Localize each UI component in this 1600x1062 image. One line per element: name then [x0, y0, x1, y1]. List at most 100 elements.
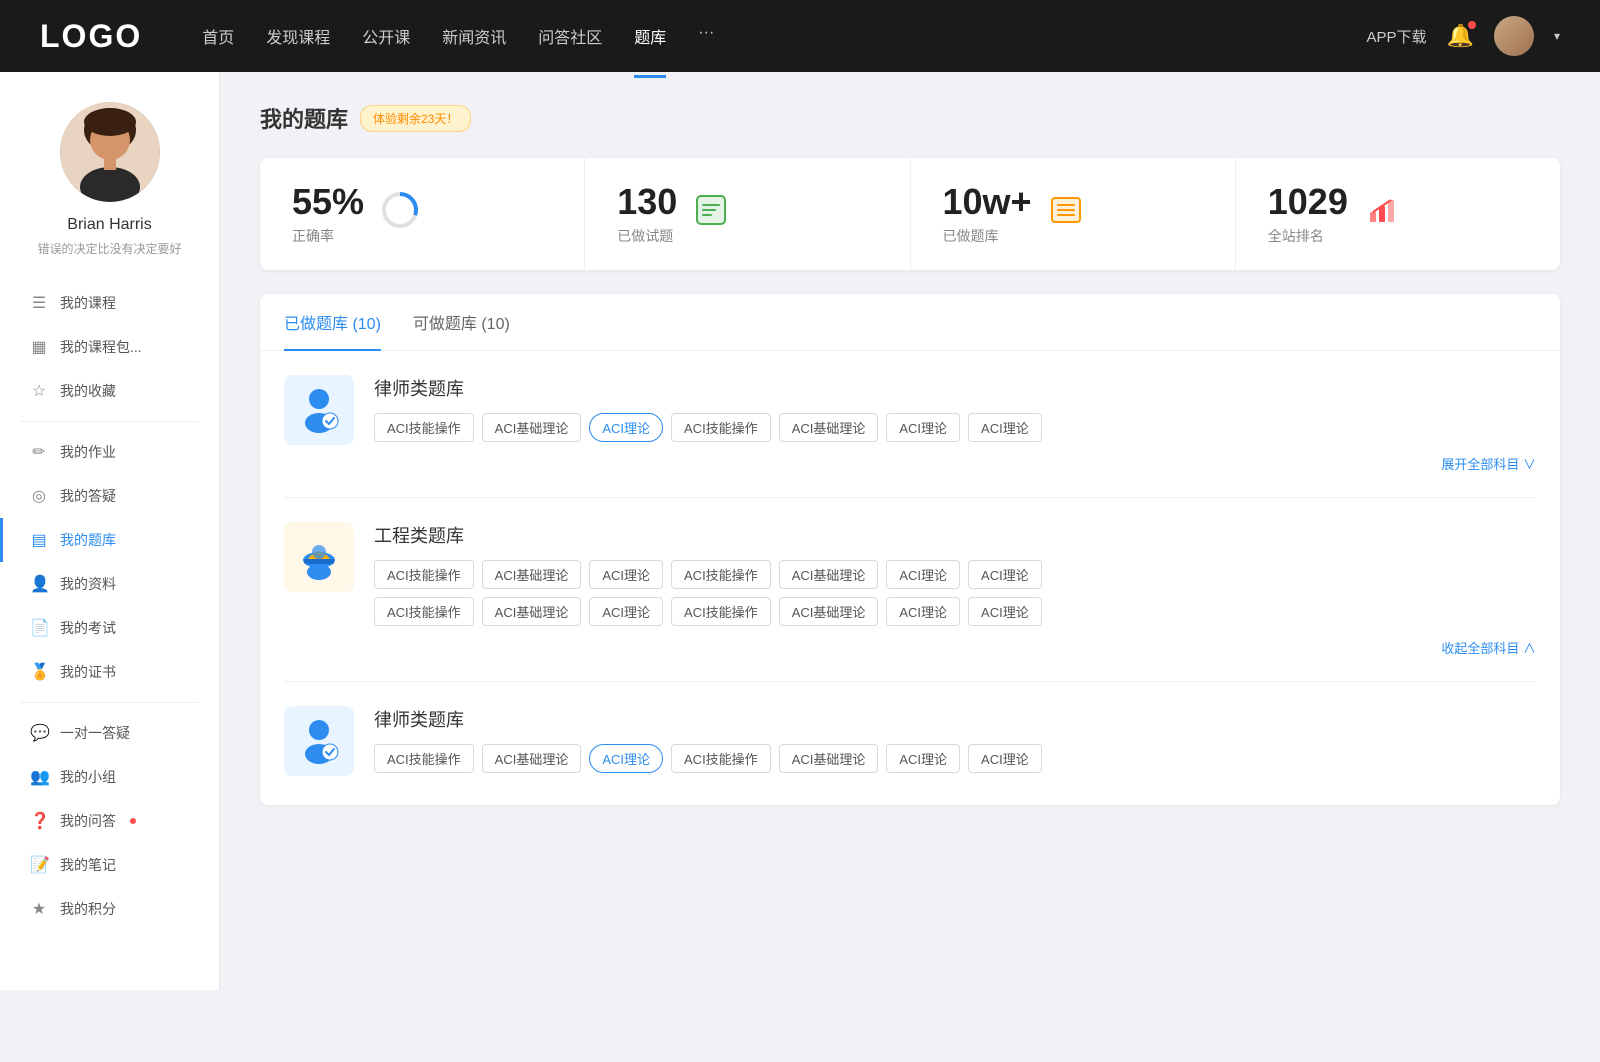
my-qa-icon: ❓ — [30, 811, 48, 831]
sidebar-item-label: 我的笔记 — [60, 855, 116, 875]
tag-2-11[interactable]: ACI技能操作 — [671, 597, 771, 626]
tab-done[interactable]: 已做题库 (10) — [284, 294, 381, 350]
sidebar-item-label: 我的题库 — [60, 530, 116, 550]
stat-ranking-value: 1029 — [1268, 182, 1348, 222]
sidebar-item-points[interactable]: ★ 我的积分 — [0, 887, 219, 931]
tag-2-4[interactable]: ACI技能操作 — [671, 560, 771, 589]
tag-1-2[interactable]: ACI基础理论 — [482, 413, 582, 442]
page-wrapper: Brian Harris 错误的决定比没有决定要好 ☰ 我的课程 ▦ 我的课程包… — [0, 72, 1600, 990]
stat-accuracy-value: 55% — [292, 182, 364, 222]
tag-2-14[interactable]: ACI理论 — [968, 597, 1042, 626]
qbank-icon-wrap-2 — [284, 522, 354, 592]
sidebar-item-exams[interactable]: 📄 我的考试 — [0, 606, 219, 650]
app-download-button[interactable]: APP下载 — [1367, 26, 1427, 47]
qbank-info-3: 律师类题库 ACI技能操作 ACI基础理论 ACI理论 ACI技能操作 ACI基… — [374, 706, 1536, 781]
sidebar-item-certificates[interactable]: 🏅 我的证书 — [0, 650, 219, 694]
qbank-expand-1[interactable]: 展开全部科目 ∨ — [374, 450, 1536, 473]
sidebar-item-label: 我的证书 — [60, 662, 116, 682]
qbank-tags-2-row1: ACI技能操作 ACI基础理论 ACI理论 ACI技能操作 ACI基础理论 AC… — [374, 560, 1536, 589]
navbar: LOGO 首页 发现课程 公开课 新闻资讯 问答社区 题库 ··· APP下载 … — [0, 0, 1600, 72]
notification-bell[interactable]: 🔔 — [1447, 23, 1474, 49]
stat-ranking: 1029 全站排名 — [1236, 158, 1560, 270]
tag-1-7[interactable]: ACI理论 — [968, 413, 1042, 442]
avatar-image — [1494, 16, 1534, 56]
avatar[interactable] — [1494, 16, 1534, 56]
sidebar-item-label: 我的收藏 — [60, 381, 116, 401]
tag-2-12[interactable]: ACI基础理论 — [779, 597, 879, 626]
tag-3-1[interactable]: ACI技能操作 — [374, 744, 474, 773]
tag-2-3[interactable]: ACI理论 — [589, 560, 663, 589]
done-banks-icon — [1048, 192, 1084, 235]
nav-home[interactable]: 首页 — [202, 20, 234, 52]
tag-2-7[interactable]: ACI理论 — [968, 560, 1042, 589]
nav-question-bank[interactable]: 题库 — [634, 20, 666, 52]
nav-more[interactable]: ··· — [698, 20, 714, 52]
courses-icon: ☰ — [30, 293, 48, 313]
sidebar-item-my-courses[interactable]: ☰ 我的课程 — [0, 281, 219, 325]
packages-icon: ▦ — [30, 337, 48, 357]
tag-2-2[interactable]: ACI基础理论 — [482, 560, 582, 589]
tag-3-2[interactable]: ACI基础理论 — [482, 744, 582, 773]
sidebar-item-label: 我的课程 — [60, 293, 116, 313]
sidebar-item-label: 一对一答疑 — [60, 723, 130, 743]
tag-2-10[interactable]: ACI理论 — [589, 597, 663, 626]
sidebar-item-groups[interactable]: 👥 我的小组 — [0, 755, 219, 799]
page-header: 我的题库 体验剩余23天！ — [260, 102, 1560, 134]
tag-1-6[interactable]: ACI理论 — [886, 413, 960, 442]
tag-2-8[interactable]: ACI技能操作 — [374, 597, 474, 626]
sidebar-avatar-image — [60, 102, 160, 202]
nav-qa[interactable]: 问答社区 — [538, 20, 602, 52]
qbank-title-2: 工程类题库 — [374, 522, 1536, 548]
sidebar-item-label: 我的小组 — [60, 767, 116, 787]
tag-2-6[interactable]: ACI理论 — [886, 560, 960, 589]
tag-3-3[interactable]: ACI理论 — [589, 744, 663, 773]
sidebar: Brian Harris 错误的决定比没有决定要好 ☰ 我的课程 ▦ 我的课程包… — [0, 72, 220, 990]
sidebar-item-questions[interactable]: ◎ 我的答疑 — [0, 474, 219, 518]
tag-1-3[interactable]: ACI理论 — [589, 413, 663, 442]
question-bank-card: 已做题库 (10) 可做题库 (10) — [260, 294, 1560, 805]
questions-icon: ◎ — [30, 486, 48, 506]
sidebar-item-one-on-one[interactable]: 💬 一对一答疑 — [0, 711, 219, 755]
tab-available[interactable]: 可做题库 (10) — [413, 294, 510, 350]
avatar-dropdown-icon[interactable]: ▾ — [1554, 29, 1560, 43]
tag-1-5[interactable]: ACI基础理论 — [779, 413, 879, 442]
nav-news[interactable]: 新闻资讯 — [442, 20, 506, 52]
sidebar-item-course-packages[interactable]: ▦ 我的课程包... — [0, 325, 219, 369]
logo: LOGO — [40, 18, 142, 55]
qbank-title-1: 律师类题库 — [374, 375, 1536, 401]
sidebar-item-homework[interactable]: ✏ 我的作业 — [0, 430, 219, 474]
lawyer-icon-2 — [294, 716, 344, 766]
tag-3-6[interactable]: ACI理论 — [886, 744, 960, 773]
stat-ranking-label: 全站排名 — [1268, 226, 1348, 246]
tag-1-4[interactable]: ACI技能操作 — [671, 413, 771, 442]
tag-3-7[interactable]: ACI理论 — [968, 744, 1042, 773]
sidebar-item-question-bank[interactable]: ▤ 我的题库 — [0, 518, 219, 562]
divider-1 — [20, 421, 199, 422]
tag-2-13[interactable]: ACI理论 — [886, 597, 960, 626]
tag-2-9[interactable]: ACI基础理论 — [482, 597, 582, 626]
sidebar-item-favorites[interactable]: ☆ 我的收藏 — [0, 369, 219, 413]
qbank-item-lawyer-1: 律师类题库 ACI技能操作 ACI基础理论 ACI理论 ACI技能操作 ACI基… — [284, 351, 1536, 498]
sidebar-item-my-qa[interactable]: ❓ 我的问答 — [0, 799, 219, 843]
stat-done-questions: 130 已做试题 — [585, 158, 910, 270]
stat-done-questions-value: 130 — [617, 182, 677, 222]
nav-discover[interactable]: 发现课程 — [266, 20, 330, 52]
nav-open[interactable]: 公开课 — [362, 20, 410, 52]
qbank-collapse-2[interactable]: 收起全部科目 ∧ — [374, 634, 1536, 657]
qbank-tags-2-row2: ACI技能操作 ACI基础理论 ACI理论 ACI技能操作 ACI基础理论 AC… — [374, 597, 1536, 626]
sidebar-item-profile[interactable]: 👤 我的资料 — [0, 562, 219, 606]
one-on-one-icon: 💬 — [30, 723, 48, 743]
tag-3-4[interactable]: ACI技能操作 — [671, 744, 771, 773]
sidebar-user-name: Brian Harris — [67, 216, 151, 234]
sidebar-item-notes[interactable]: 📝 我的笔记 — [0, 843, 219, 887]
tag-2-1[interactable]: ACI技能操作 — [374, 560, 474, 589]
stat-done-banks: 10w+ 已做题库 — [911, 158, 1236, 270]
accuracy-chart-icon — [380, 190, 420, 237]
sidebar-item-label: 我的答疑 — [60, 486, 116, 506]
stat-done-banks-label: 已做题库 — [943, 226, 1032, 246]
trial-badge: 体验剩余23天！ — [360, 105, 471, 132]
tag-1-1[interactable]: ACI技能操作 — [374, 413, 474, 442]
tag-3-5[interactable]: ACI基础理论 — [779, 744, 879, 773]
tag-2-5[interactable]: ACI基础理论 — [779, 560, 879, 589]
sidebar-user-motto: 错误的决定比没有决定要好 — [37, 240, 181, 257]
